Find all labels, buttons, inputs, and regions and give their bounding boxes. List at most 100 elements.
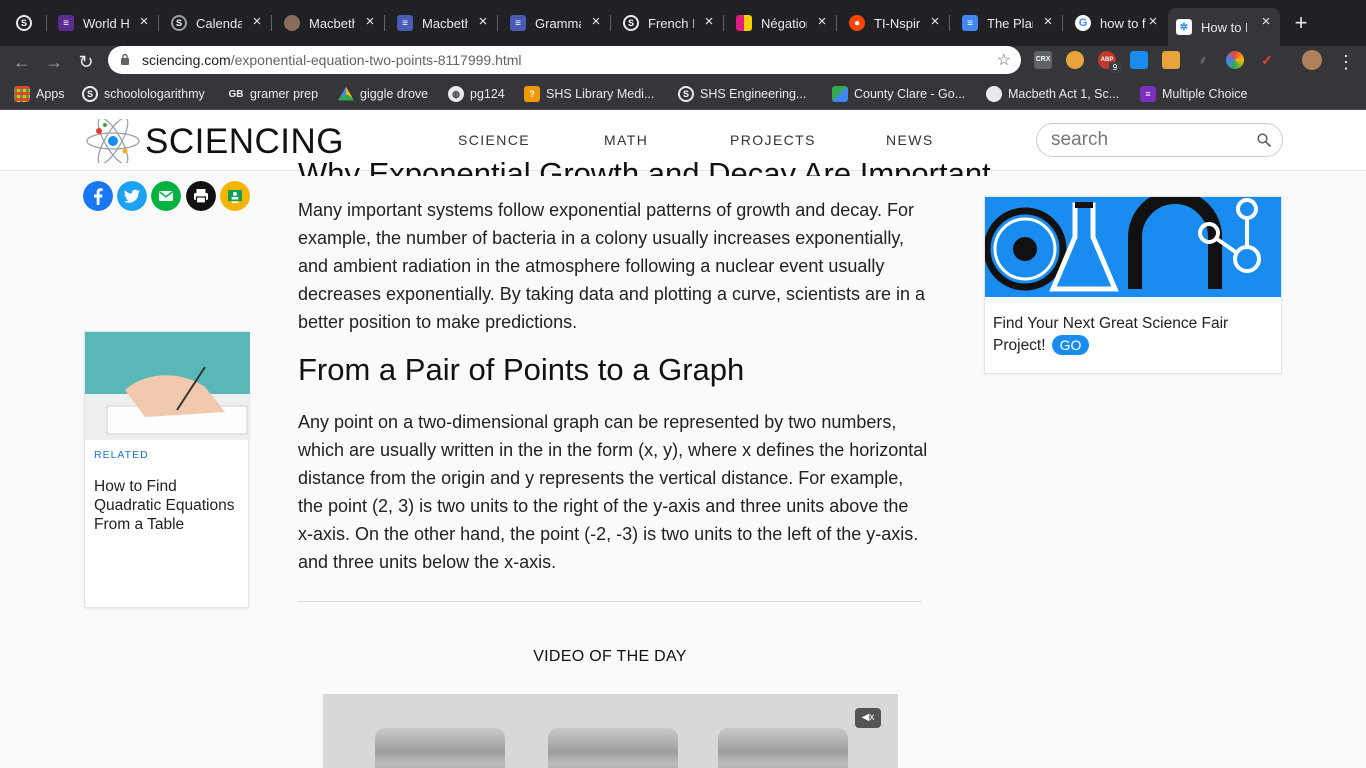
browser-tab-8[interactable]: ● TI-Nspir × — [841, 8, 950, 38]
search-input[interactable] — [1051, 129, 1241, 151]
print-icon[interactable] — [186, 181, 216, 211]
science-fair-promo-image — [985, 197, 1281, 297]
twitter-share-icon[interactable] — [117, 181, 147, 211]
bookmark-pg124[interactable]: ◍ pg124 — [448, 85, 505, 103]
browser-tab-5[interactable]: ≡ Gramma × — [502, 8, 611, 38]
browser-tab-2[interactable]: S Calenda × — [163, 8, 272, 38]
bookmark-star-icon[interactable]: ☆ — [997, 50, 1011, 70]
related-article-title[interactable]: How to Find Quadratic Equations From a T… — [94, 477, 244, 534]
bookmark-macbeth-act1[interactable]: Macbeth Act 1, Sc... — [986, 85, 1119, 103]
schoology-icon: S — [16, 15, 32, 31]
video-frame-jar — [548, 728, 678, 768]
avatar-icon — [986, 86, 1002, 102]
tab-title: World Hi — [83, 15, 129, 31]
browser-tab-strip: S ≡ World Hi × S Calenda × Macbeth × ≡ M… — [0, 0, 1366, 46]
nav-science[interactable]: SCIENCE — [458, 132, 530, 148]
bookmark-gramer-prep[interactable]: GB gramer prep — [228, 85, 319, 103]
video-player[interactable]: ◀x — [323, 694, 898, 768]
atom-logo-icon[interactable] — [85, 119, 141, 163]
profile-avatar[interactable] — [1302, 50, 1322, 70]
bookmark-schoolologarithmy[interactable]: S schoolologarithmy — [82, 85, 205, 103]
browser-tab-3[interactable]: Macbeth × — [276, 8, 385, 38]
grammar-extension-icon[interactable] — [1130, 51, 1148, 69]
bookmark-giggle-drove[interactable]: giggle drove — [338, 85, 428, 103]
google-icon: G — [1075, 15, 1091, 31]
browser-tab-6[interactable]: S French I × — [615, 8, 724, 38]
mute-button[interactable]: ◀x — [855, 708, 881, 728]
close-icon[interactable]: × — [362, 14, 378, 30]
color-picker-extension-icon[interactable] — [1226, 51, 1244, 69]
section-heading-partial: Why Exponential Growth and Decay Are Imp… — [298, 156, 991, 176]
close-icon[interactable]: × — [927, 14, 943, 30]
sciencing-icon: ✲ — [1176, 19, 1192, 35]
avatar-icon — [284, 15, 300, 31]
related-label: RELATED — [94, 449, 149, 461]
nav-math[interactable]: MATH — [604, 132, 648, 148]
close-icon[interactable]: × — [1040, 14, 1056, 30]
bookmarks-bar: Apps S schoolologarithmy GB gramer prep … — [0, 78, 1366, 110]
menu-kebab-icon[interactable]: ⋮ — [1334, 50, 1358, 74]
facebook-share-icon[interactable] — [83, 181, 113, 211]
video-frame-jar — [375, 728, 505, 768]
list-icon: ≡ — [1140, 86, 1156, 102]
browser-tab-9[interactable]: ≡ The Plan × — [954, 8, 1063, 38]
search-icon[interactable] — [1257, 133, 1271, 147]
crx-extension-icon[interactable]: CRX — [1034, 51, 1052, 69]
url-text: sciencing.com/exponential-equation-two-p… — [142, 52, 522, 68]
close-icon[interactable]: × — [136, 14, 152, 30]
back-arrow-icon[interactable]: ← — [10, 50, 34, 74]
close-icon[interactable]: × — [249, 14, 265, 30]
bookmark-multiple-choice[interactable]: ≡ Multiple Choice — [1140, 85, 1247, 103]
go-button[interactable]: GO — [1051, 335, 1090, 355]
bookmark-county-clare[interactable]: County Clare - Go... — [832, 85, 965, 103]
schoology-icon: S — [82, 86, 98, 102]
search-box — [1036, 123, 1283, 157]
google-classroom-share-icon[interactable] — [220, 181, 250, 211]
owl-extension-icon[interactable] — [1066, 51, 1084, 69]
paragraph-points-graph: Any point on a two-dimensional graph can… — [298, 412, 928, 572]
tab-title: Calenda — [196, 15, 242, 31]
related-article-card[interactable]: RELATED How to Find Quadratic Equations … — [84, 331, 250, 608]
browser-tab-10[interactable]: G how to fi × — [1067, 8, 1167, 38]
close-icon[interactable]: × — [1145, 14, 1161, 30]
tab-title: TI-Nspir — [874, 15, 920, 31]
browser-tab-active[interactable]: ✲ How to F × — [1168, 8, 1280, 46]
reload-icon[interactable]: ↻ — [74, 50, 98, 74]
promo-text: Find Your Next Great Science Fair Projec… — [993, 315, 1229, 355]
bookmark-shs-engineering[interactable]: S SHS Engineering... — [678, 85, 806, 103]
related-article-image — [85, 332, 250, 440]
browser-tab-7[interactable]: Négation × — [728, 8, 837, 38]
tab-title: Gramma — [535, 15, 581, 31]
tab-title: how to fi — [1100, 15, 1146, 31]
address-bar[interactable]: sciencing.com/exponential-equation-two-p… — [108, 46, 1021, 74]
browser-tab-4[interactable]: ≡ Macbeth × — [389, 8, 498, 38]
science-fair-promo-card[interactable]: Find Your Next Great Science Fair Projec… — [984, 196, 1282, 374]
nav-news[interactable]: NEWS — [886, 132, 934, 148]
nav-projects[interactable]: PROJECTS — [730, 132, 816, 148]
wand-extension-icon[interactable]: ✓ — [1258, 51, 1276, 69]
schoology-icon: S — [171, 15, 187, 31]
grid-icon — [736, 15, 752, 31]
forward-arrow-icon[interactable]: → — [42, 50, 66, 74]
apps-grid-icon — [14, 86, 30, 102]
close-icon[interactable]: × — [475, 14, 491, 30]
browser-tab-1[interactable]: ≡ World Hi × — [50, 8, 159, 38]
close-icon[interactable]: × — [588, 14, 604, 30]
tab-title: Macbeth — [422, 15, 468, 31]
bookmark-apps[interactable]: Apps — [14, 85, 65, 103]
schoology-icon: S — [678, 86, 694, 102]
maps-icon — [832, 86, 848, 102]
globe-icon: ◍ — [448, 86, 464, 102]
new-tab-button[interactable]: + — [1291, 12, 1311, 34]
drive-icon — [338, 86, 354, 101]
video-of-the-day-label: VIDEO OF THE DAY — [533, 648, 687, 665]
bookmark-shs-library[interactable]: ? SHS Library Medi... — [524, 85, 654, 103]
leaf-extension-icon[interactable]: ⸙ — [1194, 51, 1212, 69]
schoology-icon: S — [623, 15, 639, 31]
email-share-icon[interactable] — [151, 181, 181, 211]
face-extension-icon[interactable] — [1162, 51, 1180, 69]
close-icon[interactable]: × — [814, 14, 830, 30]
browser-tab-0[interactable]: S — [8, 8, 47, 38]
close-icon[interactable]: × — [1258, 14, 1274, 30]
close-icon[interactable]: × — [701, 14, 717, 30]
